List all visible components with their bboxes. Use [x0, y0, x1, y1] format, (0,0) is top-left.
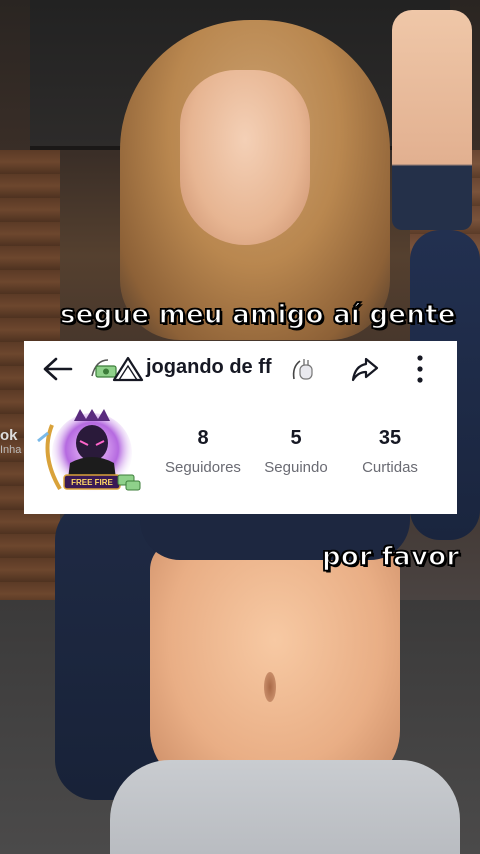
- profile-card: jogando de ff FREE FIRE 8 Seguidores 5 S…: [24, 341, 457, 514]
- share-icon[interactable]: [350, 355, 380, 383]
- profile-username: jogando de ff: [146, 356, 272, 378]
- side-peek-main: ok: [0, 427, 18, 444]
- back-arrow-icon[interactable]: [40, 355, 74, 383]
- person-raised-hand: [392, 10, 472, 230]
- side-peek-text: ok Inha: [0, 428, 26, 456]
- stat-followers[interactable]: 8 Seguidores: [153, 427, 253, 476]
- person-face: [180, 70, 310, 245]
- profile-header: jogando de ff: [24, 341, 457, 397]
- profile-avatar[interactable]: FREE FIRE: [34, 405, 144, 505]
- money-triangle-emoji-icon: [91, 356, 144, 382]
- likes-count: 35: [378, 427, 402, 449]
- caption-top: segue meu amigo aí gente: [59, 299, 456, 331]
- following-label: Seguindo: [264, 459, 328, 476]
- avatar-badge-text: FREE FIRE: [71, 478, 113, 487]
- followers-label: Seguidores: [165, 459, 241, 476]
- likes-label: Curtidas: [362, 459, 418, 476]
- person-navel: [264, 672, 276, 702]
- stat-likes[interactable]: 35 Curtidas: [340, 427, 440, 476]
- more-vertical-icon[interactable]: [412, 353, 428, 385]
- hand-emoji-icon: [292, 359, 313, 380]
- caption-bottom: por favor: [321, 541, 460, 573]
- person-pants: [110, 760, 460, 854]
- person-torso: [150, 540, 400, 790]
- side-peek-sub: Inha: [0, 444, 22, 456]
- followers-count: 8: [197, 427, 209, 449]
- following-count: 5: [290, 427, 302, 449]
- stat-following[interactable]: 5 Seguindo: [246, 427, 346, 476]
